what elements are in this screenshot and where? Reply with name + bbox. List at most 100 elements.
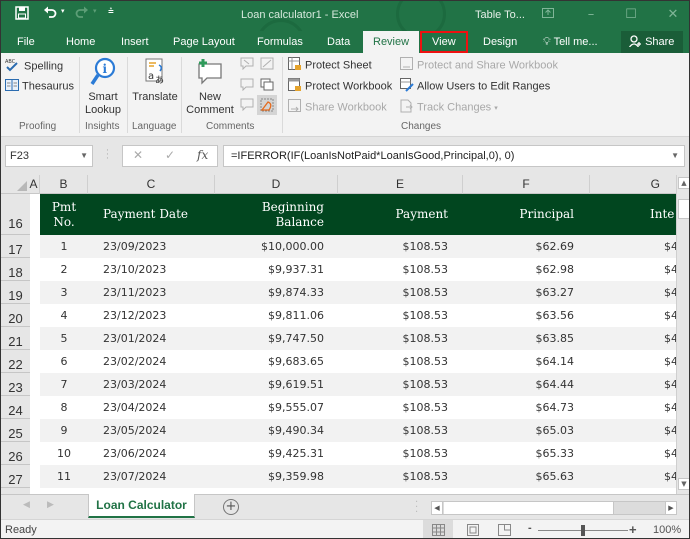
formula-bar-grip[interactable]: · · ·: [106, 147, 109, 164]
vertical-scrollbar[interactable]: ▲ ▼: [676, 175, 689, 494]
header-payment-date[interactable]: Payment Date: [103, 194, 188, 235]
sheet-tab-loan-calculator[interactable]: Loan Calculator: [88, 494, 195, 518]
cell-pmt-no[interactable]: 2: [40, 258, 88, 281]
cell-principal[interactable]: $63.85: [470, 327, 575, 350]
spelling-button[interactable]: ABC Spelling: [5, 58, 63, 75]
cell-pmt-no[interactable]: 1: [40, 235, 88, 258]
protect-workbook-button[interactable]: Protect Workbook: [288, 78, 392, 95]
show-ink-icon[interactable]: [257, 95, 277, 115]
redo-dropdown-icon[interactable]: ▾: [93, 7, 97, 15]
cell-payment-date[interactable]: 23/12/2023: [103, 304, 166, 327]
tab-design[interactable]: Design: [477, 31, 523, 53]
header-pmt-no[interactable]: Pmt No.: [40, 194, 88, 235]
ribbon-display-options-icon[interactable]: [538, 5, 558, 25]
track-changes-button[interactable]: Track Changes ▾: [400, 99, 498, 116]
new-comment-button[interactable]: New Comment: [185, 57, 235, 117]
enter-check-icon[interactable]: ✓: [165, 148, 175, 162]
header-principal[interactable]: Principal: [470, 194, 574, 235]
select-all-corner[interactable]: [1, 175, 28, 194]
cell-principal[interactable]: $64.14: [470, 350, 575, 373]
cell-interest[interactable]: $4: [664, 396, 676, 419]
cell-principal[interactable]: $65.63: [470, 465, 575, 488]
name-box-dropdown-icon[interactable]: ▼: [80, 146, 88, 166]
cell-interest[interactable]: $4: [664, 442, 676, 465]
cell-pmt-no[interactable]: 11: [40, 465, 88, 488]
row-header[interactable]: 26: [1, 442, 30, 465]
undo-dropdown-icon[interactable]: ▾: [61, 7, 65, 15]
cell-interest[interactable]: $4: [664, 350, 676, 373]
cell-principal[interactable]: $63.56: [470, 304, 575, 327]
next-comment-icon[interactable]: [240, 98, 254, 114]
scroll-down-icon[interactable]: ▼: [678, 478, 689, 490]
smart-lookup-button[interactable]: i Smart Lookup: [83, 57, 123, 117]
cell-payment-date[interactable]: 23/10/2023: [103, 258, 166, 281]
cancel-icon[interactable]: ✕: [133, 148, 143, 162]
formula-input[interactable]: =IFERROR(IF(LoanIsNotPaid*LoanIsGood,Pri…: [223, 145, 685, 167]
row-header[interactable]: 24: [1, 396, 30, 419]
vertical-scroll-thumb[interactable]: [678, 199, 689, 219]
column-header-e[interactable]: E: [338, 175, 463, 194]
header-beginning-balance[interactable]: Beginning Balance: [230, 194, 324, 235]
cell-principal[interactable]: $62.98: [470, 258, 575, 281]
cell-interest[interactable]: $4: [664, 304, 676, 327]
tab-page-layout[interactable]: Page Layout: [167, 31, 241, 53]
maximize-icon[interactable]: ☐: [621, 5, 641, 25]
cell-pmt-no[interactable]: 5: [40, 327, 88, 350]
customize-qat-icon[interactable]: ⩮: [108, 6, 114, 17]
tell-me-search[interactable]: 💡︎ Tell me...: [537, 31, 604, 53]
cell-payment-date[interactable]: 23/02/2024: [103, 350, 166, 373]
cell-payment-date[interactable]: 23/09/2023: [103, 235, 166, 258]
row-header[interactable]: 27: [1, 465, 30, 488]
protect-share-workbook-button[interactable]: Protect and Share Workbook: [400, 57, 558, 74]
worksheet-grid[interactable]: Pmt No. Payment Date Beginning Balance P…: [30, 194, 676, 494]
name-box[interactable]: F23 ▼: [5, 145, 93, 167]
page-break-preview-icon[interactable]: [489, 520, 519, 538]
cell-principal[interactable]: $62.69: [470, 235, 575, 258]
cell-payment[interactable]: $108.53: [348, 327, 449, 350]
column-header-d[interactable]: D: [215, 175, 338, 194]
cell-pmt-no[interactable]: 4: [40, 304, 88, 327]
cell-payment[interactable]: $108.53: [348, 442, 449, 465]
page-layout-view-icon[interactable]: [458, 520, 488, 538]
tab-review[interactable]: Review: [363, 31, 419, 53]
cell-payment[interactable]: $108.53: [348, 281, 449, 304]
cell-payment-date[interactable]: 23/06/2024: [103, 442, 166, 465]
previous-sheet-icon[interactable]: ◀: [23, 500, 30, 510]
column-header-c[interactable]: C: [88, 175, 215, 194]
cell-principal[interactable]: $65.33: [470, 442, 575, 465]
cell-payment-date[interactable]: 23/05/2024: [103, 419, 166, 442]
row-header[interactable]: 20: [1, 304, 30, 327]
expand-formula-bar-icon[interactable]: ▼: [671, 146, 679, 166]
cell-beginning-balance[interactable]: $9,811.06: [230, 304, 324, 327]
cell-payment[interactable]: $108.53: [348, 304, 449, 327]
cell-pmt-no[interactable]: 3: [40, 281, 88, 304]
row-header[interactable]: 18: [1, 258, 30, 281]
row-header[interactable]: 23: [1, 373, 30, 396]
horizontal-scrollbar[interactable]: ◀ ▶: [431, 501, 677, 515]
cell-interest[interactable]: $4: [664, 258, 676, 281]
cell-payment[interactable]: $108.53: [348, 465, 449, 488]
zoom-out-button[interactable]: -: [528, 522, 532, 534]
cell-payment-date[interactable]: 23/11/2023: [103, 281, 166, 304]
cell-principal[interactable]: $64.73: [470, 396, 575, 419]
scroll-up-icon[interactable]: ▲: [678, 177, 689, 189]
cell-beginning-balance[interactable]: $9,555.07: [230, 396, 324, 419]
cell-payment[interactable]: $108.53: [348, 258, 449, 281]
share-button[interactable]: Share: [621, 31, 683, 53]
column-header-g[interactable]: G: [590, 175, 676, 194]
cell-payment[interactable]: $108.53: [348, 373, 449, 396]
previous-comment-icon[interactable]: [240, 78, 254, 94]
header-payment[interactable]: Payment: [348, 194, 449, 235]
row-header[interactable]: 25: [1, 419, 30, 442]
close-icon[interactable]: ✕: [663, 5, 683, 25]
tab-insert[interactable]: Insert: [115, 31, 155, 53]
undo-icon[interactable]: [43, 5, 57, 23]
share-workbook-button[interactable]: Share Workbook: [288, 99, 387, 116]
tab-data[interactable]: Data: [321, 31, 356, 53]
cell-principal[interactable]: $64.44: [470, 373, 575, 396]
cell-pmt-no[interactable]: 6: [40, 350, 88, 373]
show-hide-comment-icon[interactable]: [260, 57, 274, 73]
translate-button[interactable]: aあ Translate: [131, 57, 179, 104]
row-header[interactable]: 22: [1, 350, 30, 373]
cell-beginning-balance[interactable]: $9,683.65: [230, 350, 324, 373]
